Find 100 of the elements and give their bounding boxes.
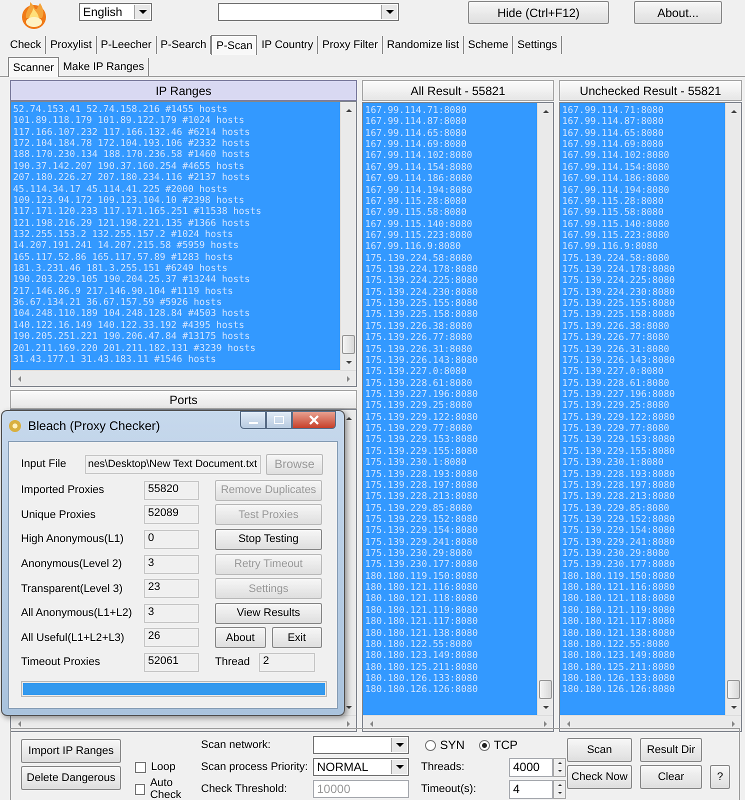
thread-field[interactable]: 2	[259, 652, 315, 672]
list-item[interactable]: 175.139.229.153:8080	[365, 434, 478, 446]
tab[interactable]: Scheme	[464, 36, 514, 54]
list-item[interactable]: 175.139.230.177:8080	[562, 559, 675, 571]
list-item[interactable]: 175.139.229.155:8080	[562, 446, 675, 458]
list-item[interactable]: 175.139.226.77:8080	[365, 332, 472, 344]
list-item[interactable]: 132.255.153.2 132.255.157.2 #1024 hosts	[13, 228, 234, 240]
list-item[interactable]: 188.170.230.134 188.170.236.58 #1460 hosts	[13, 149, 250, 161]
priority-dropdown[interactable]: NORMAL	[313, 758, 409, 776]
list-item[interactable]: 180.180.122.55:8080	[562, 638, 670, 650]
list-item[interactable]: 175.139.229.122:8080	[562, 412, 675, 424]
list-item[interactable]: 167.99.114.154:8080	[562, 162, 670, 174]
proxy-dropdown[interactable]	[218, 3, 399, 21]
list-item[interactable]: 140.122.16.149 140.122.33.192 #4395 hosts	[13, 320, 244, 332]
list-item[interactable]: 167.99.114.87:8080	[562, 116, 664, 128]
list-item[interactable]: 175.139.229.25:8080	[365, 400, 472, 412]
list-item[interactable]: 180.180.126.133:8080	[562, 672, 675, 684]
list-item[interactable]: 167.99.114.65:8080	[562, 128, 664, 140]
list-item[interactable]: 175.139.227.196:8080	[562, 388, 675, 400]
list-item[interactable]: 180.180.123.149:8080	[365, 650, 478, 662]
list-item[interactable]: 180.180.121.118:8080	[562, 593, 675, 605]
list-item[interactable]: 167.99.114.194:8080	[365, 184, 472, 196]
list-item[interactable]: 175.139.227.0:8080	[562, 366, 664, 378]
tab[interactable]: Proxylist	[46, 36, 97, 54]
list-item[interactable]: 14.207.191.241 14.207.215.58 #5959 hosts	[13, 240, 239, 252]
list-item[interactable]: 180.180.121.138:8080	[365, 628, 478, 639]
list-item[interactable]: 175.139.229.25:8080	[562, 400, 670, 412]
list-item[interactable]: 180.180.125.211:8080	[365, 662, 478, 673]
list-item[interactable]: 175.139.227.0:8080	[365, 366, 467, 378]
hide-button[interactable]: Hide (Ctrl+F12)	[468, 1, 609, 24]
maximize-button[interactable]	[266, 411, 292, 429]
network-dropdown[interactable]	[313, 736, 409, 754]
list-item[interactable]: 180.180.126.126:8080	[365, 684, 478, 696]
list-item[interactable]: 180.180.121.117:8080	[562, 616, 675, 628]
horizontal-scrollbar[interactable]	[11, 370, 356, 386]
list-item[interactable]: 167.99.115.223:8080	[365, 230, 472, 242]
radio-label[interactable]: TCP	[494, 738, 518, 752]
list-item[interactable]: 167.99.114.65:8080	[365, 128, 467, 140]
list-item[interactable]: 167.99.114.71:8080	[365, 105, 467, 116]
list-item[interactable]: 175.139.226.38:8080	[562, 320, 670, 332]
list-item[interactable]: 180.180.121.116:8080	[365, 582, 478, 594]
list-item[interactable]: 175.139.230.29:8080	[562, 548, 670, 560]
list-item[interactable]: 31.43.177.1 31.43.183.11 #1546 hosts	[13, 354, 216, 366]
list-item[interactable]: 167.99.114.69:8080	[562, 139, 664, 150]
checkbox-label[interactable]: Loop	[151, 761, 176, 773]
list-item[interactable]: 104.248.110.189 104.248.128.84 #4503 hosts	[13, 308, 250, 320]
tab[interactable]: P-Leecher	[96, 36, 157, 54]
list-item[interactable]: 175.139.230.29:8080	[365, 548, 472, 560]
list-item[interactable]: 109.123.94.172 109.123.104.10 #2398 hosts	[13, 194, 244, 206]
action-button[interactable]: Stop Testing	[215, 528, 322, 550]
list-item[interactable]: 181.3.231.46 181.3.255.151 #6249 hosts	[13, 263, 228, 274]
list-item[interactable]: 190.37.142.207 190.37.160.254 #4655 hosts	[13, 160, 244, 172]
sub-tab[interactable]: Scanner	[8, 57, 59, 77]
list-item[interactable]: 175.139.228.193:8080	[562, 468, 675, 480]
horizontal-scrollbar[interactable]	[363, 715, 553, 731]
list-item[interactable]: 167.99.115.58:8080	[562, 207, 664, 219]
list-item[interactable]: 175.139.229.154:8080	[562, 525, 675, 537]
list-item[interactable]: 167.99.114.154:8080	[365, 162, 472, 174]
list-item[interactable]: 172.104.184.78 172.104.193.106 #2332 hosts	[13, 138, 250, 150]
list-item[interactable]: 175.139.224.230:8080	[365, 286, 478, 298]
list-item[interactable]: 175.139.224.225:8080	[365, 275, 478, 287]
import-button[interactable]: Import IP Ranges	[21, 739, 121, 763]
list-item[interactable]: 207.180.226.27 207.180.234.116 #2137 hosts	[13, 172, 250, 184]
list-item[interactable]: 201.211.169.220 201.211.182.131 #3239 hosts	[13, 342, 256, 354]
list-item[interactable]: 175.139.229.77:8080	[562, 423, 670, 434]
input-file-field[interactable]: nes\Desktop\New Text Document.txt	[85, 454, 261, 474]
list-item[interactable]: 180.180.123.149:8080	[562, 650, 675, 662]
list-item[interactable]: 167.99.114.71:8080	[562, 105, 664, 116]
list-item[interactable]: 167.99.114.69:8080	[365, 139, 467, 150]
list-item[interactable]: 180.180.122.55:8080	[365, 638, 472, 650]
list-item[interactable]: 45.114.34.17 45.114.41.225 #2000 hosts	[13, 184, 228, 195]
tab[interactable]: Check	[6, 36, 46, 54]
list-item[interactable]: 175.139.230.177:8080	[365, 559, 478, 571]
list-item[interactable]: 175.139.224.230:8080	[562, 286, 675, 298]
list-item[interactable]: 175.139.229.241:8080	[365, 536, 478, 548]
list-item[interactable]: 180.180.126.126:8080	[562, 684, 675, 696]
list-item[interactable]: 175.139.229.85:8080	[365, 502, 472, 514]
tab[interactable]: Proxy Filter	[318, 36, 383, 54]
radio-button[interactable]	[425, 740, 436, 750]
list-item[interactable]: 175.139.224.58:8080	[562, 252, 670, 264]
list-item[interactable]: 175.139.226.143:8080	[562, 354, 675, 366]
list-item[interactable]: 167.99.115.28:8080	[365, 196, 467, 208]
list-item[interactable]: 190.205.251.221 190.206.47.84 #13175 hosts	[13, 331, 250, 343]
list-item[interactable]: 121.198.216.29 121.198.221.135 #1366 hosts	[13, 218, 250, 229]
list-item[interactable]: 175.139.224.225:8080	[562, 275, 675, 287]
list-item[interactable]: 180.180.121.117:8080	[365, 616, 478, 628]
list-item[interactable]: 180.180.121.138:8080	[562, 628, 675, 639]
list-item[interactable]: 167.99.114.102:8080	[365, 150, 472, 162]
action-button[interactable]: Exit	[272, 627, 322, 648]
list-item[interactable]: 217.146.86.9 217.146.90.104 #1119 hosts	[13, 286, 234, 298]
scan-button[interactable]: Scan	[567, 738, 632, 762]
list-item[interactable]: 175.139.226.143:8080	[365, 354, 478, 366]
action-button[interactable]: View Results	[215, 602, 322, 624]
list-item[interactable]: 175.139.225.155:8080	[562, 298, 675, 310]
list-item[interactable]: 167.99.114.186:8080	[562, 173, 670, 185]
list-item[interactable]: 36.67.134.21 36.67.157.59 #5926 hosts	[13, 297, 222, 308]
list-item[interactable]: 175.139.228.197:8080	[562, 480, 675, 492]
list-item[interactable]: 175.139.227.196:8080	[365, 388, 478, 400]
results-list[interactable]	[11, 102, 340, 370]
list-item[interactable]: 175.139.229.152:8080	[562, 514, 675, 526]
